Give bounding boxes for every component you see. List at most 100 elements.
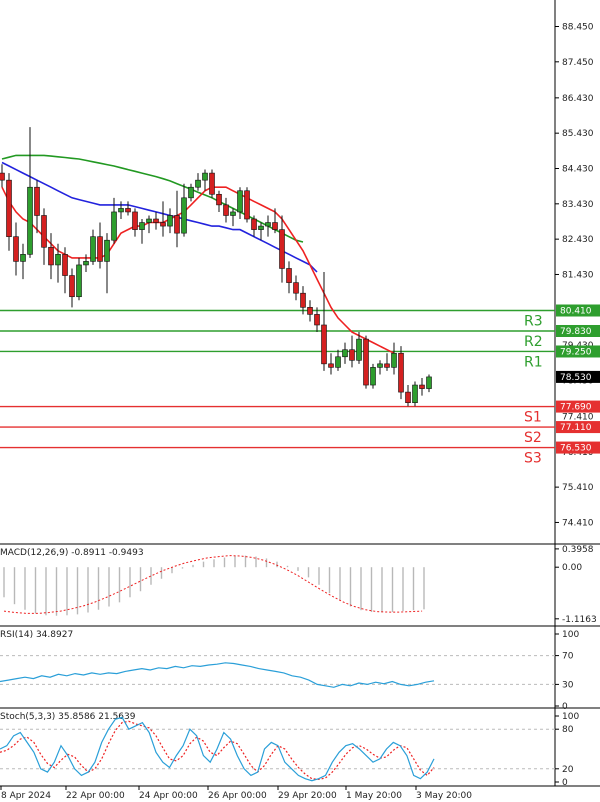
last-price-label: 78.530 [560,373,592,383]
candle [118,201,124,220]
macd-tick-label: -1.1163 [562,615,597,625]
candle-body [230,211,236,216]
candle [279,215,285,283]
candle-body [195,179,201,188]
candle [195,173,201,191]
rsi-panel: RSI(14) 34.8927 100 70 30 0 [0,626,600,712]
candle-body [69,275,75,298]
candle [342,342,348,364]
candle-body [167,215,173,227]
candle-body [118,208,124,213]
candle [0,164,5,188]
rsi-header: RSI(14) 34.8927 [0,630,73,640]
candle-body [405,391,411,404]
stoch-panel: Stoch(5,3,3) 35.8586 21.5639 100 80 20 0 [0,708,600,788]
candle [419,377,425,396]
candle [62,247,68,294]
candle-body [153,218,159,223]
candle [230,208,236,227]
time-tick-label: 3 May 20:00 [416,791,472,801]
candle [216,190,222,212]
candle [13,222,19,276]
candle-body [13,236,19,262]
candle [377,360,383,375]
candle-body [139,222,145,230]
stoch-tick-label: 0 [562,778,568,788]
candle-body [265,222,271,227]
price-tick-label: 86.430 [562,94,594,104]
stoch-lines [0,716,435,782]
candle [125,201,131,216]
price-tick-label: 74.410 [562,518,594,528]
candle [272,208,278,234]
candle-body [307,307,313,315]
candle-body [244,190,250,220]
candle [160,201,166,237]
candle [328,353,334,375]
pivot-box-label-s3: 76.530 [560,444,592,454]
time-tick-label: 29 Apr 20:00 [278,791,337,801]
candle [265,215,271,237]
candle [48,233,54,280]
stoch-k-line [0,716,435,782]
stoch-tick-label: 20 [562,765,574,775]
candle [405,385,411,407]
candle-body [125,208,131,213]
candle [34,180,40,234]
candle [6,173,12,251]
price-tick-label: 81.430 [562,270,594,280]
candle-body [160,222,166,227]
candle-body [76,264,82,298]
candle-body [34,186,40,216]
candle-body [132,211,138,230]
candle-body [62,254,68,276]
candle [258,222,264,241]
stoch-header: Stoch(5,3,3) 35.8586 21.5639 [0,712,136,722]
candle-body [83,261,89,266]
candle [97,222,103,269]
ma-fast-line [1,186,395,354]
candle [244,187,250,223]
candle-body [258,225,264,230]
rsi-value-line [0,662,435,688]
candle-body [237,190,243,213]
price-tick-label: 87.450 [562,58,594,68]
candle [335,349,341,371]
candle-body [0,172,5,181]
last-price-box: 78.530 [556,370,600,383]
candle [132,208,138,237]
macd-histogram [3,555,425,616]
candle [41,208,47,265]
candle [139,219,145,244]
rsi-line [0,662,435,688]
candle [146,215,152,234]
candle [398,346,404,400]
price-tick-label: 85.430 [562,129,594,139]
candle-body [279,229,285,269]
candle-body [6,179,12,237]
pivot-label-s2: S2 [524,430,542,446]
candle-body [391,352,397,368]
price-panel: R3 R2 R1 S1 S2 S3 88.450 87.450 86.430 85.430 84.… [0,0,600,545]
pivot-label-r3: R3 [524,314,543,330]
candle-body [272,222,278,230]
candle-body [181,197,187,234]
price-tick-label: 84.430 [562,164,594,174]
candle-body [419,384,425,389]
pivot-label-s3: S3 [524,451,542,467]
candle [188,183,194,202]
candle-body [286,268,292,283]
rsi-axis-ticks: 100 70 30 0 [555,630,579,712]
candle-body [321,324,327,365]
candle [307,300,313,322]
candle-body [398,352,404,393]
chart-canvas: R3 R2 R1 S1 S2 S3 88.450 87.450 86.430 85.430 84.… [0,0,600,801]
macd-axis-ticks: 0.3958 0.00 -1.1163 [555,545,597,625]
candle [321,272,327,371]
pivot-label-r1: R1 [524,354,543,370]
candle-body [188,186,194,199]
candle [286,261,292,294]
candle-body [328,363,334,368]
rsi-tick-label: 70 [562,652,574,662]
time-axis: 8 Apr 2024 22 Apr 00:00 24 Apr 00:00 26 Apr… [0,786,472,801]
